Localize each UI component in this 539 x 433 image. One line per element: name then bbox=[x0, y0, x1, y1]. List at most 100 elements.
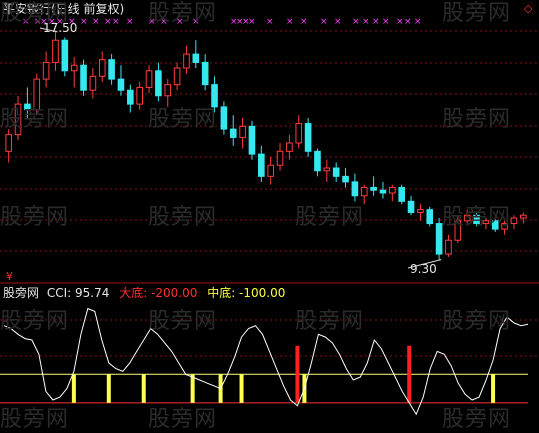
candle-body bbox=[42, 61, 50, 80]
x-marker-icon: × bbox=[414, 17, 422, 27]
x-marker-icon: × bbox=[352, 17, 360, 27]
watermark: 股旁网 bbox=[442, 309, 512, 334]
candle-body bbox=[370, 186, 377, 191]
x-marker-icon: × bbox=[92, 17, 100, 27]
x-marker-icon: × bbox=[404, 17, 412, 27]
candle-body bbox=[389, 186, 396, 194]
candle-body bbox=[332, 167, 340, 177]
candle-body bbox=[108, 59, 115, 80]
dadi-bar bbox=[295, 345, 300, 403]
candle-body bbox=[323, 167, 331, 172]
watermark: 股旁网 bbox=[442, 1, 512, 26]
candle-body bbox=[220, 106, 228, 130]
zhongdi-bar bbox=[190, 374, 195, 403]
watermark: 股旁网 bbox=[0, 107, 70, 132]
candle-body bbox=[510, 217, 518, 225]
candle-body bbox=[211, 84, 218, 108]
candle-body bbox=[89, 75, 97, 91]
candle-body bbox=[267, 164, 274, 177]
watermark: 股旁网 bbox=[148, 1, 218, 26]
watermark: 股旁网 bbox=[442, 205, 512, 230]
x-marker-icon: × bbox=[320, 17, 328, 27]
candle-body bbox=[70, 64, 78, 72]
watermark: 股旁网 bbox=[0, 309, 70, 334]
candle-body bbox=[183, 53, 190, 69]
candle-body bbox=[173, 67, 181, 86]
x-marker-icon: × bbox=[286, 17, 294, 27]
watermark: 股旁网 bbox=[0, 407, 70, 432]
diamond-icon[interactable]: ◇ bbox=[524, 2, 532, 16]
x-marker-icon: × bbox=[300, 17, 308, 27]
watermark: 股旁网 bbox=[295, 309, 365, 334]
x-marker-icon: × bbox=[104, 17, 112, 27]
zhongdi-bar bbox=[71, 374, 76, 403]
candle-body bbox=[127, 89, 134, 105]
indicator-legend: 股旁网 CCI: 95.74 大底: -200.00 中底: -100.00 bbox=[3, 286, 285, 300]
zhongdi-bar bbox=[106, 374, 111, 403]
signal-markers: × ×× × × × × × × × × × × × × ×××× × × × × × × × × × × × × bbox=[22, 17, 422, 27]
dadi-value: 大底: -200.00 bbox=[119, 286, 198, 300]
candle-body bbox=[239, 125, 246, 138]
watermark: 股旁网 bbox=[0, 1, 70, 26]
indicator-name: 股旁网 bbox=[3, 286, 40, 300]
x-marker-icon: × bbox=[362, 17, 370, 27]
candle-body bbox=[304, 123, 312, 152]
watermark: 股旁网 bbox=[0, 205, 70, 230]
watermark: 股旁网 bbox=[148, 107, 218, 132]
candle-body bbox=[5, 134, 12, 152]
candle-body bbox=[445, 239, 452, 255]
chart-window: × × × × × × × × × × × × × × × × × × × × × × × × × × × × × × × 平安银行(日线 … bbox=[0, 0, 539, 432]
candle-body bbox=[145, 70, 153, 88]
cci-value: CCI: 95.74 bbox=[46, 286, 110, 300]
zhongdi-value: 中底: -100.00 bbox=[207, 286, 286, 300]
candle-body bbox=[520, 214, 527, 219]
candle-body bbox=[164, 84, 172, 97]
x-marker-icon: × bbox=[266, 17, 274, 27]
candle-body bbox=[229, 128, 237, 138]
candle-body bbox=[192, 53, 200, 63]
x-marker-icon: × bbox=[372, 17, 380, 27]
watermark: 股旁网 bbox=[148, 407, 218, 432]
x-marker-icon: × bbox=[382, 17, 390, 27]
candle-body bbox=[360, 186, 368, 197]
candle-body bbox=[201, 61, 209, 86]
candle-body bbox=[286, 142, 293, 152]
candle-body bbox=[33, 78, 41, 111]
watermark: 股旁网 bbox=[148, 309, 218, 334]
x-marker-icon: × bbox=[248, 17, 256, 27]
candle-body bbox=[379, 189, 387, 194]
x-marker-icon: × bbox=[334, 17, 342, 27]
candle-body bbox=[417, 209, 424, 213]
x-marker-icon: × bbox=[112, 17, 120, 27]
x-marker-icon: × bbox=[80, 17, 88, 27]
rmb-icon: ¥ bbox=[6, 270, 13, 283]
candle-body bbox=[258, 153, 265, 177]
watermark: 股旁网 bbox=[442, 407, 512, 432]
candle-body bbox=[295, 123, 303, 144]
candle-body bbox=[80, 64, 87, 91]
watermark: 股旁网 bbox=[442, 107, 512, 132]
candle-body bbox=[351, 181, 359, 197]
candle-body bbox=[52, 39, 59, 63]
candle-body bbox=[155, 70, 162, 97]
candle-body bbox=[276, 150, 284, 166]
candle-body bbox=[398, 186, 405, 202]
candle-body bbox=[248, 125, 256, 155]
zhongdi-bar bbox=[239, 374, 244, 403]
candle-body bbox=[426, 209, 434, 225]
low-price-label: 9.30 bbox=[410, 262, 437, 276]
candle-body bbox=[314, 150, 321, 172]
zhongdi-bar bbox=[141, 374, 146, 403]
candle-body bbox=[407, 200, 415, 213]
x-marker-icon: × bbox=[126, 17, 134, 27]
candle-body bbox=[98, 59, 106, 77]
candle-body bbox=[342, 175, 349, 183]
dadi-bar bbox=[407, 345, 412, 403]
watermark: 股旁网 bbox=[295, 205, 365, 230]
candlestick-series bbox=[5, 27, 527, 269]
candle-body bbox=[61, 39, 69, 72]
x-marker-icon: × bbox=[396, 17, 404, 27]
watermark: 股旁网 bbox=[148, 205, 218, 230]
candle-body bbox=[136, 86, 143, 105]
zhongdi-bar bbox=[491, 374, 496, 403]
